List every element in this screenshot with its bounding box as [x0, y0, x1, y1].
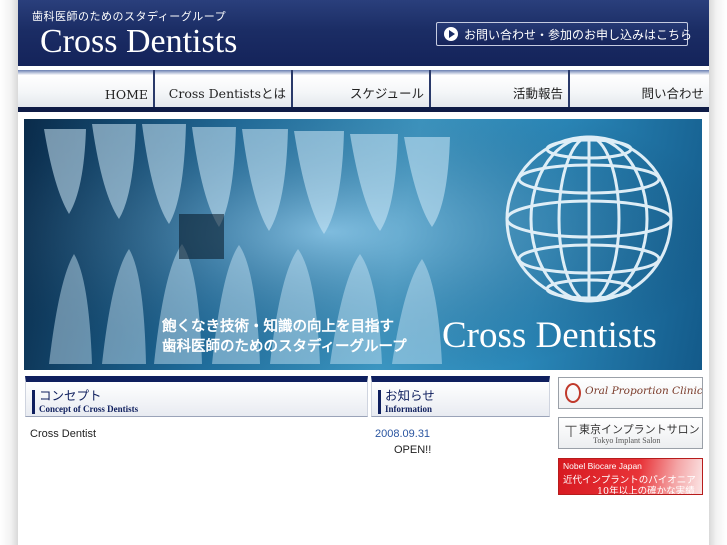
nav-item-activity-report[interactable]: 活動報告 [431, 70, 570, 107]
hero-banner: 飽くなき技術・知識の向上を目指す 歯科医師のためのスタディーグループ Cross… [24, 119, 702, 370]
nav-item-about[interactable]: Cross Dentistsとは [155, 70, 293, 107]
information-heading-jp: お知らせ [385, 388, 435, 403]
implant-screw-icon: ⊤ [564, 424, 578, 441]
nav-item-contact[interactable]: 問い合わせ [570, 70, 709, 107]
hero-caption: 飽くなき技術・知識の向上を目指す 歯科医師のためのスタディーグループ [162, 317, 407, 357]
concept-heading-jp: コンセプト [39, 388, 102, 403]
oral-clinic-logo-icon [565, 383, 581, 403]
nav-item-home[interactable]: HOME [18, 70, 155, 107]
hero-caption-line2: 歯科医師のためのスタディーグループ [162, 338, 407, 355]
site-title[interactable]: Cross Dentists [40, 22, 237, 62]
nobel-biocare-banner[interactable]: Nobel Biocare Japan 近代インプラントのパイオニア 10年以上… [558, 458, 703, 495]
contact-apply-label: お問い合わせ・参加のお申し込みはこちら [464, 27, 693, 42]
news-date: 2008.09.31 [375, 428, 431, 440]
site-header: 歯科医師のためのスタディーグループ Cross Dentists お問い合わせ・… [18, 0, 709, 66]
concept-heading-en: Concept of Cross Dentists [39, 404, 139, 414]
concept-text: Cross Dentist [30, 428, 97, 440]
page-container: 歯科医師のためのスタディーグループ Cross Dentists お問い合わせ・… [18, 0, 709, 545]
concept-heading-bar [32, 390, 35, 414]
oral-proportion-clinic-banner[interactable]: Oral Proportion Clinic [558, 377, 703, 409]
tokyo-salon-jp: 東京インプラントサロン [579, 423, 700, 436]
information-heading-en: Information [385, 404, 432, 414]
hero-caption-line1: 飽くなき技術・知識の向上を目指す [162, 318, 394, 335]
news-text: OPEN!! [394, 444, 432, 456]
nobel-brand: Nobel Biocare Japan [563, 461, 642, 471]
tokyo-implant-salon-banner[interactable]: ⊤ 東京インプラントサロン Tokyo Implant Salon [558, 417, 703, 449]
information-heading-bar [378, 390, 381, 414]
main-nav: HOME Cross Dentistsとは スケジュール 活動報告 問い合わせ [18, 70, 709, 112]
hero-title: Cross Dentists [442, 315, 657, 356]
contact-apply-button[interactable]: お問い合わせ・参加のお申し込みはこちら [436, 22, 692, 46]
tokyo-salon-en: Tokyo Implant Salon [593, 436, 661, 445]
concept-section-header: コンセプト Concept of Cross Dentists [25, 376, 368, 417]
nobel-line2: 10年以上の確かな実績 [597, 486, 695, 495]
nav-item-schedule[interactable]: スケジュール [293, 70, 431, 107]
oral-clinic-text: Oral Proportion Clinic [585, 385, 703, 397]
page-shadow-right [709, 0, 727, 545]
play-arrow-icon [444, 27, 458, 41]
information-section-header: お知らせ Information [371, 376, 550, 417]
page-shadow-left [0, 0, 18, 545]
